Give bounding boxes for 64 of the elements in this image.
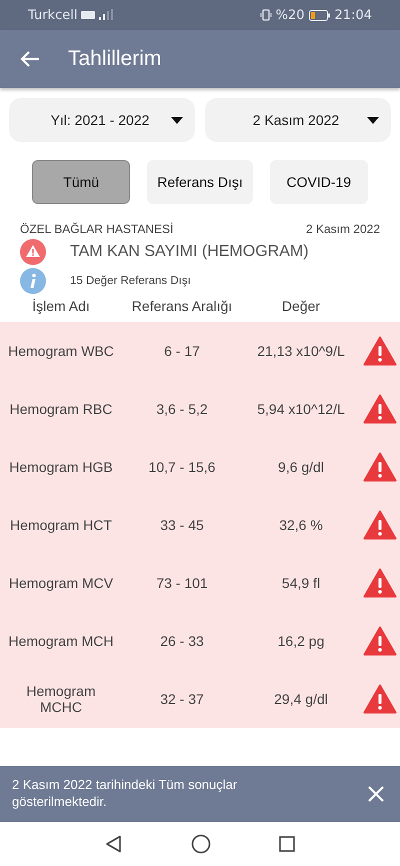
report-date: 2 Kasım 2022 xyxy=(306,222,380,236)
result-row[interactable]: Hemogram HGB 10,7 - 15,6 9,6 g/dl xyxy=(0,438,400,496)
result-row[interactable]: Hemogram MCHC 32 - 37 29,4 g/dl xyxy=(0,670,400,728)
column-header: Referans Aralığı xyxy=(130,298,234,314)
result-value: 21,13 x10^9/L xyxy=(256,343,346,359)
warning-icon xyxy=(363,510,397,540)
result-row[interactable]: Hemogram MCV 73 - 101 54,9 fl xyxy=(0,554,400,612)
result-row[interactable]: Hemogram WBC 6 - 17 21,13 x10^9/L xyxy=(0,322,400,380)
reference-range: 6 - 17 xyxy=(163,343,201,359)
result-value: 29,4 g/dl xyxy=(273,691,329,707)
result-value: 5,94 x10^12/L xyxy=(256,401,346,417)
result-value: 16,2 pg xyxy=(276,633,326,649)
test-item-name: Hemogram WBC xyxy=(7,343,115,359)
caret-icon xyxy=(171,116,183,124)
caret-icon xyxy=(367,116,379,124)
result-row[interactable]: Hemogram HCT 33 - 45 32,6 % xyxy=(0,496,400,554)
reference-range: 33 - 45 xyxy=(159,517,205,533)
test-item-name: Hemogram MCH xyxy=(7,633,114,649)
test-name: TAM KAN SAYIMI (HEMOGRAM) xyxy=(70,243,309,261)
warning-icon xyxy=(363,336,397,366)
page-title: Tahlillerim xyxy=(68,47,162,71)
reference-range: 3,6 - 5,2 xyxy=(155,401,209,417)
warning-icon xyxy=(363,568,397,598)
info-icon xyxy=(20,268,46,294)
close-icon xyxy=(368,786,384,802)
date-dropdown[interactable]: Yıl: 2021 - 2022 xyxy=(9,98,195,142)
reference-range: 10,7 - 15,6 xyxy=(148,459,216,475)
hospital-name: ÖZEL BAĞLAR HASTANESİ xyxy=(20,222,174,236)
warning-icon xyxy=(363,452,397,482)
warning-icon xyxy=(363,684,397,714)
battery-icon xyxy=(308,10,331,20)
warning-icon xyxy=(363,394,397,424)
back-icon[interactable] xyxy=(105,835,123,853)
warning-icon xyxy=(20,239,46,265)
date-dropdown[interactable]: 2 Kasım 2022 xyxy=(205,98,391,142)
reference-range: 32 - 37 xyxy=(159,691,205,707)
home-icon[interactable] xyxy=(191,834,211,854)
result-value: 54,9 fl xyxy=(280,575,322,591)
reference-range: 73 - 101 xyxy=(155,575,209,591)
test-item-name: Hemogram RBC xyxy=(8,401,114,417)
result-row[interactable]: Hemogram RBC 3,6 - 5,2 5,94 x10^12/L xyxy=(0,380,400,438)
back-arrow-icon xyxy=(20,50,40,68)
test-item-name: Hemogram HCT xyxy=(9,517,113,533)
filter-tab[interactable]: COVID-19 xyxy=(270,160,368,204)
out-of-range-summary: 15 Değer Referans Dışı xyxy=(70,275,191,287)
recents-icon[interactable] xyxy=(279,836,295,852)
filter-tab[interactable]: Referans Dışı xyxy=(147,160,253,204)
result-value: 32,6 % xyxy=(278,517,324,533)
reference-range: 26 - 33 xyxy=(159,633,205,649)
column-header: Değer xyxy=(280,298,322,314)
carrier-name: Turkcell xyxy=(28,8,78,22)
test-item-name: Hemogram HGB xyxy=(8,459,114,475)
result-value: 9,6 g/dl xyxy=(277,459,325,475)
test-item-name: Hemogram MCHC xyxy=(25,683,97,715)
column-header: İşlem Adı xyxy=(31,298,91,314)
vibrate-icon xyxy=(260,9,272,21)
signal-icon xyxy=(81,9,116,21)
snackbar-message: 2 Kasım 2022 tarihindeki Tüm sonuçlar gösterilmektedir. xyxy=(12,777,238,811)
result-row[interactable]: Hemogram MCH 26 - 33 16,2 pg xyxy=(0,612,400,670)
warning-icon xyxy=(363,626,397,656)
test-item-name: Hemogram MCV xyxy=(8,575,114,591)
filter-tab[interactable]: Tümü xyxy=(32,160,130,204)
clock-time: 21:04 xyxy=(334,8,372,22)
battery-percent: %20 xyxy=(276,8,305,22)
